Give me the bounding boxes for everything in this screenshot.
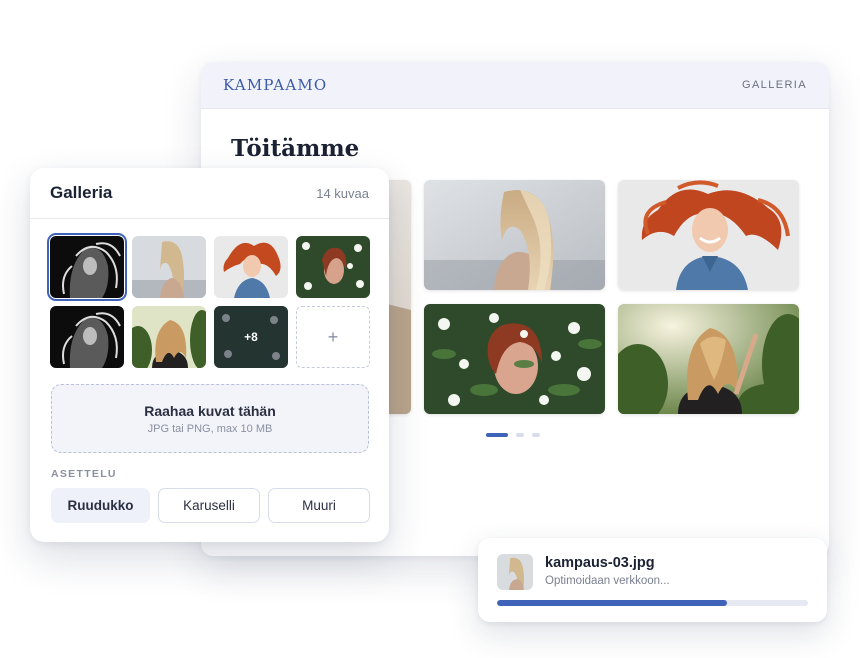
upload-progress-fill bbox=[497, 600, 728, 606]
image-count: 14 kuvaa bbox=[316, 185, 369, 201]
thumbnail-grid: +8 + bbox=[47, 233, 370, 368]
carousel-dot-3[interactable] bbox=[532, 433, 540, 437]
nav-link-galleria[interactable]: GALLERIA bbox=[742, 79, 807, 91]
gallery-photo-flowers[interactable] bbox=[424, 304, 605, 414]
thumbnail-3[interactable] bbox=[214, 236, 288, 298]
gallery-photo-red-curls[interactable] bbox=[618, 180, 799, 290]
layout-options: Ruudukko Karuselli Muuri bbox=[51, 488, 370, 523]
gallery-editor-panel: Galleria 14 kuvaa +8 + Raahaa kuvat tähä… bbox=[30, 168, 389, 542]
thumbnail-4[interactable] bbox=[296, 236, 370, 298]
thumbnail-6[interactable] bbox=[132, 306, 206, 368]
carousel-dot-1[interactable] bbox=[486, 433, 508, 437]
thumbnail-2[interactable] bbox=[132, 236, 206, 298]
section-heading: Töitämme bbox=[231, 135, 360, 162]
upload-progress-bar bbox=[497, 600, 808, 606]
panel-header: Galleria 14 kuvaa bbox=[30, 168, 389, 219]
upload-status: Optimoidaan verkkoon... bbox=[545, 575, 670, 587]
thumbnail-more[interactable]: +8 bbox=[214, 306, 288, 368]
dropzone-title: Raahaa kuvat tähän bbox=[144, 402, 276, 419]
more-count-label: +8 bbox=[244, 330, 258, 344]
panel-title: Galleria bbox=[50, 183, 113, 202]
upload-file-thumbnail bbox=[497, 554, 533, 590]
layout-carousel-button[interactable]: Karuselli bbox=[158, 488, 260, 523]
upload-dropzone[interactable]: Raahaa kuvat tähän JPG tai PNG, max 10 M… bbox=[51, 384, 369, 453]
carousel-dot-2[interactable] bbox=[516, 433, 524, 437]
thumbnail-1[interactable] bbox=[47, 233, 127, 301]
upload-progress-toast: kampaus-03.jpg Optimoidaan verkkoon... bbox=[478, 538, 827, 622]
site-brand-logo[interactable]: KAMPAAMO bbox=[223, 76, 327, 94]
gallery-photo-blonde-profile[interactable] bbox=[424, 180, 605, 290]
layout-grid-button[interactable]: Ruudukko bbox=[51, 488, 150, 523]
layout-masonry-button[interactable]: Muuri bbox=[268, 488, 370, 523]
thumbnail-5[interactable] bbox=[50, 306, 124, 368]
dropzone-subtitle: JPG tai PNG, max 10 MB bbox=[147, 422, 273, 435]
add-image-button[interactable]: + bbox=[296, 306, 370, 368]
carousel-pagination bbox=[486, 433, 540, 437]
website-header: KAMPAAMO GALLERIA bbox=[201, 62, 829, 109]
gallery-photo-garden-back[interactable] bbox=[618, 304, 799, 414]
upload-filename: kampaus-03.jpg bbox=[545, 555, 655, 571]
plus-icon: + bbox=[327, 326, 339, 347]
layout-section-label: ASETTELU bbox=[51, 468, 117, 480]
